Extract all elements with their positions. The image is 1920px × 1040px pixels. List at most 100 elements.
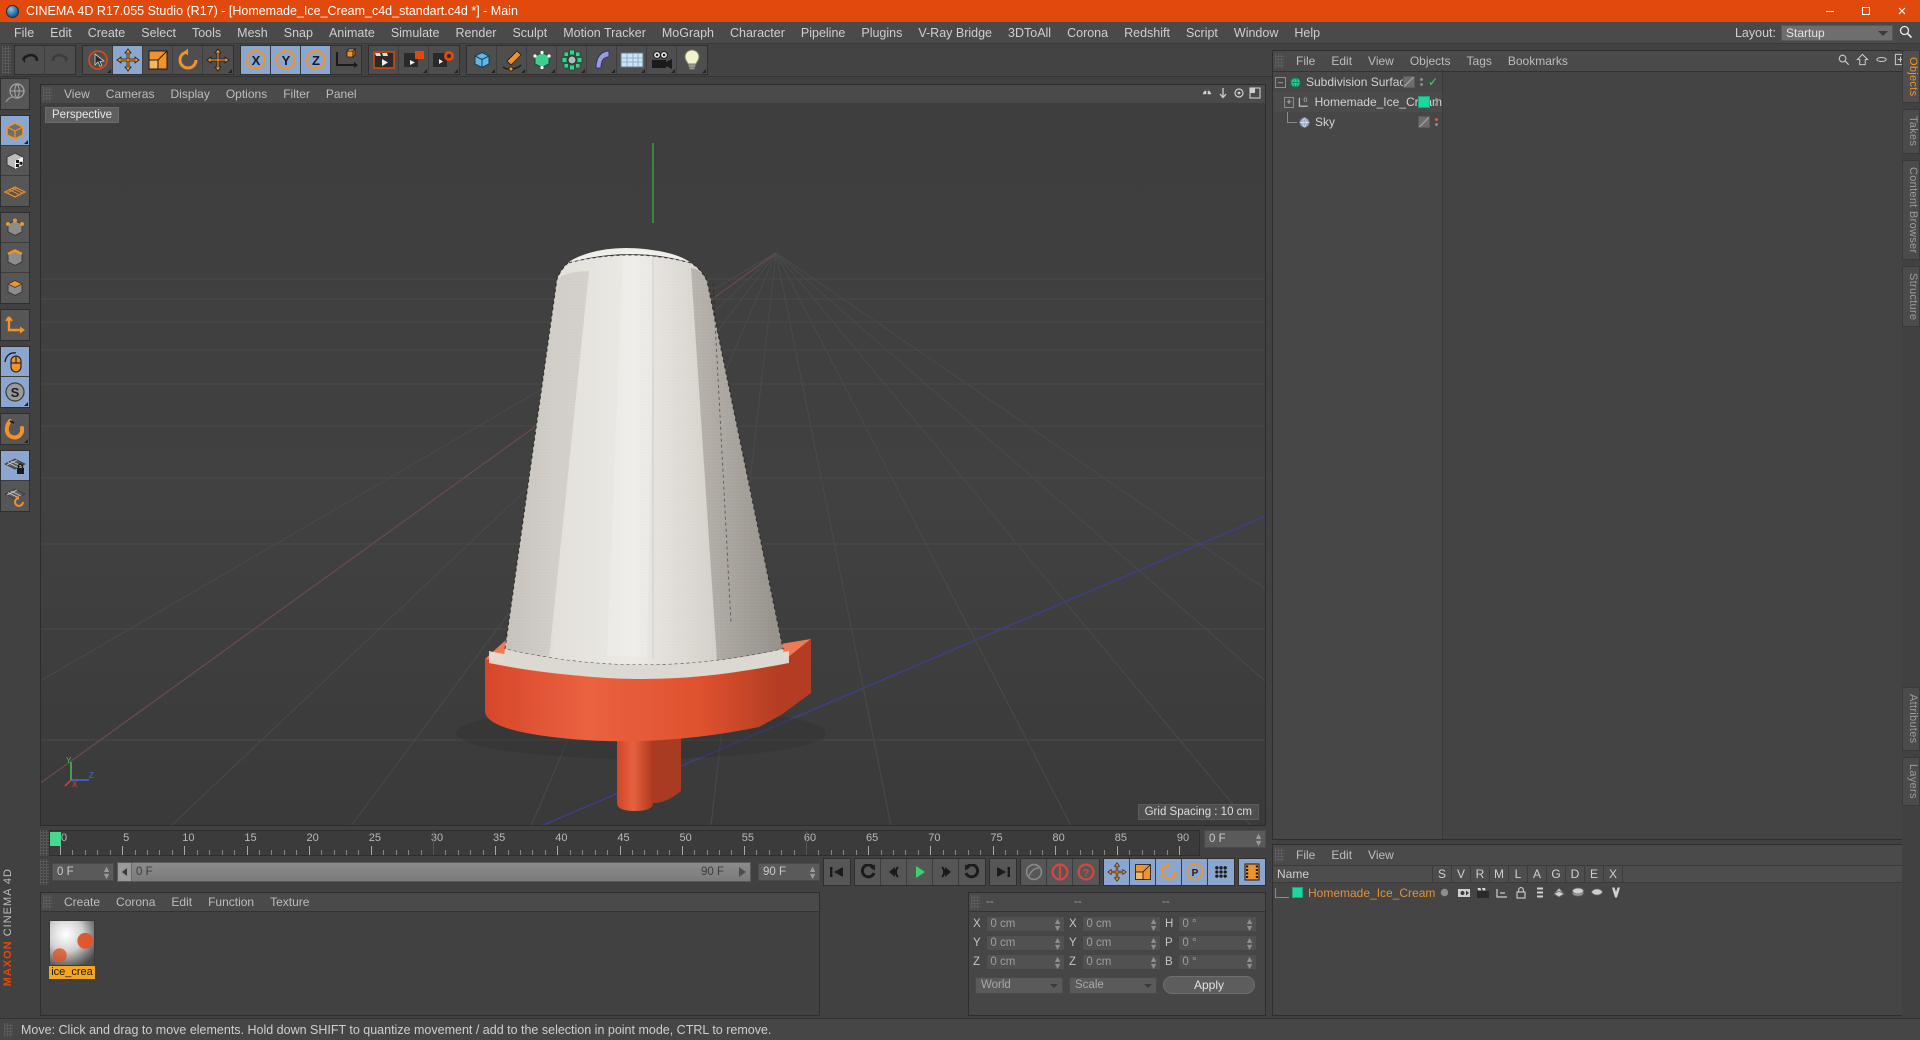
viewport-solo-button[interactable]: [1, 347, 29, 377]
record-position-button[interactable]: [1104, 859, 1130, 885]
menu-file[interactable]: File: [6, 22, 42, 44]
apply-button[interactable]: Apply: [1163, 976, 1255, 994]
home-icon[interactable]: [1856, 53, 1869, 69]
side-tab-structure[interactable]: Structure: [1902, 266, 1920, 328]
menu-mesh[interactable]: Mesh: [229, 22, 276, 44]
visibility-dots[interactable]: [1419, 78, 1423, 86]
lock-workplane-button[interactable]: [1, 451, 29, 481]
play-button[interactable]: [907, 859, 933, 885]
menu-snap[interactable]: Snap: [276, 22, 321, 44]
maximize-viewport-icon[interactable]: [1249, 87, 1261, 102]
object-menu-file[interactable]: File: [1288, 51, 1323, 71]
material-item[interactable]: ice_crea: [49, 920, 95, 979]
object-tree[interactable]: – Subdivision Surface ✓ + 0 Homemade_Ice…: [1273, 72, 1443, 839]
viewport-menu-display[interactable]: Display: [162, 85, 217, 103]
render-tag-icon[interactable]: [1473, 887, 1492, 899]
world-object-coordinates-button[interactable]: [331, 46, 361, 74]
object-row-homemade-ice-cream[interactable]: + 0 Homemade_Ice_Cream: [1273, 92, 1442, 112]
material-manager-grip[interactable]: [43, 895, 52, 909]
menu-plugins[interactable]: Plugins: [853, 22, 910, 44]
timeline-ruler[interactable]: 0 5 10 15 20 25 30 35 40 45 50 55 60 65 70 75 80 85 90: [49, 830, 1200, 856]
pos-y-field[interactable]: 0 cm ▲ ▼: [986, 935, 1065, 952]
menu-render[interactable]: Render: [447, 22, 504, 44]
object-row-subdivision-surface[interactable]: – Subdivision Surface ✓: [1273, 72, 1442, 92]
scrubber-forward-icon[interactable]: [739, 867, 746, 877]
rotate-tool[interactable]: [173, 46, 203, 74]
enable-axis-modification-button[interactable]: [1, 310, 29, 340]
coordinate-mode-select[interactable]: Scale: [1069, 976, 1157, 994]
minimize-button[interactable]: [1812, 0, 1848, 22]
menu-pipeline[interactable]: Pipeline: [793, 22, 853, 44]
current-frame-field[interactable]: 0 F ▲ ▼: [52, 863, 114, 881]
spinner-icon[interactable]: ▲ ▼: [1053, 936, 1062, 952]
redo-button[interactable]: [45, 46, 75, 74]
close-button[interactable]: [1884, 0, 1920, 22]
side-tab-layers[interactable]: Layers: [1902, 756, 1920, 806]
menu-create[interactable]: Create: [80, 22, 134, 44]
lock-tag-icon[interactable]: [1511, 886, 1530, 899]
rot-p-field[interactable]: 0 ° ▲ ▼: [1178, 935, 1257, 952]
end-frame-field[interactable]: 90 F ▲ ▼: [758, 863, 820, 881]
render-settings-button[interactable]: [429, 46, 459, 74]
menu-help[interactable]: Help: [1286, 22, 1328, 44]
toolbar-grip[interactable]: [2, 46, 11, 74]
coordinates-grip[interactable]: [971, 895, 980, 909]
menu-mograph[interactable]: MoGraph: [654, 22, 722, 44]
lock-y-axis-button[interactable]: Y: [271, 46, 301, 74]
menu-simulate[interactable]: Simulate: [383, 22, 448, 44]
workplane-align-button[interactable]: [1, 481, 29, 511]
size-z-field[interactable]: 0 cm ▲ ▼: [1082, 954, 1161, 971]
record-parameter-button[interactable]: P: [1182, 859, 1208, 885]
playhead[interactable]: [50, 832, 61, 846]
object-manager-grip[interactable]: [1275, 54, 1284, 68]
frame-mode-button[interactable]: [1239, 859, 1265, 885]
attribute-menu-file[interactable]: File: [1288, 845, 1323, 865]
zoom-icon[interactable]: [1217, 87, 1229, 102]
side-tab-objects[interactable]: Objects: [1902, 50, 1920, 104]
attribute-menu-view[interactable]: View: [1360, 845, 1402, 865]
timeline-controls-grip[interactable]: [40, 859, 49, 885]
visibility-dots[interactable]: [1435, 118, 1438, 126]
lock-x-axis-button[interactable]: X: [241, 46, 271, 74]
go-to-previous-key-button[interactable]: [855, 859, 881, 885]
viewport-menu-filter[interactable]: Filter: [275, 85, 318, 103]
material-menu-function[interactable]: Function: [200, 893, 262, 911]
material-menu-corona[interactable]: Corona: [108, 893, 163, 911]
material-preview[interactable]: [49, 920, 95, 966]
menu-sculpt[interactable]: Sculpt: [504, 22, 555, 44]
viewport-menu-panel[interactable]: Panel: [318, 85, 365, 103]
side-tab-takes[interactable]: Takes: [1902, 109, 1920, 154]
polygons-mode-button[interactable]: [1, 273, 29, 303]
spinner-icon[interactable]: ▲ ▼: [1149, 955, 1158, 971]
material-menu-create[interactable]: Create: [56, 893, 108, 911]
lock-z-axis-button[interactable]: Z: [301, 46, 331, 74]
viewport-menu-cameras[interactable]: Cameras: [98, 85, 163, 103]
rot-b-field[interactable]: 0 ° ▲ ▼: [1178, 954, 1257, 971]
edges-mode-button[interactable]: [1, 243, 29, 273]
add-bend-deformer-button[interactable]: [587, 46, 617, 74]
object-color-swatch[interactable]: [1418, 116, 1430, 128]
size-x-field[interactable]: 0 cm ▲ ▼: [1082, 916, 1161, 933]
status-bar-grip[interactable]: [4, 1022, 13, 1037]
menu-motion-tracker[interactable]: Motion Tracker: [555, 22, 654, 44]
expand-toggle-icon[interactable]: +: [1284, 96, 1294, 108]
menu-vray-bridge[interactable]: V-Ray Bridge: [910, 22, 1000, 44]
scale-tool[interactable]: [143, 46, 173, 74]
spinner-icon[interactable]: ▲ ▼: [1053, 917, 1062, 933]
expand-toggle-icon[interactable]: –: [1275, 76, 1286, 88]
timeline-scrubber[interactable]: 0 F 90 F: [117, 862, 751, 882]
menu-redshift[interactable]: Redshift: [1116, 22, 1178, 44]
go-to-end-button[interactable]: [990, 859, 1016, 885]
viewport-3d[interactable]: Perspective Y Z X Grid Spacing: 10 cm: [41, 103, 1265, 825]
go-to-start-button[interactable]: [824, 859, 850, 885]
spinner-icon[interactable]: ▲ ▼: [1149, 917, 1158, 933]
selection-tag-icon[interactable]: [1435, 886, 1454, 899]
viewport-menu-options[interactable]: Options: [218, 85, 275, 103]
add-environment-button[interactable]: [617, 46, 647, 74]
spinner-icon[interactable]: ▲ ▼: [102, 865, 111, 881]
menu-corona[interactable]: Corona: [1059, 22, 1116, 44]
snap-settings-button[interactable]: S: [1, 377, 29, 407]
object-menu-tags[interactable]: Tags: [1459, 51, 1500, 71]
deformer-tag-icon[interactable]: [1587, 886, 1606, 899]
spinner-icon[interactable]: ▲ ▼: [1245, 917, 1254, 933]
